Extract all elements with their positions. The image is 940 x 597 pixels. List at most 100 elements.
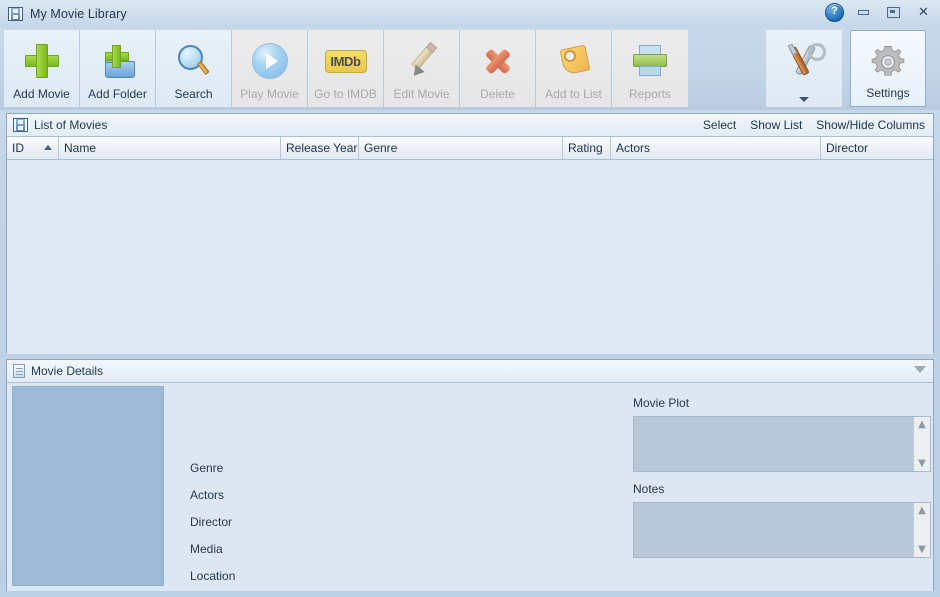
minimize-button[interactable] xyxy=(853,5,874,20)
close-icon: ✕ xyxy=(918,5,929,20)
gear-icon xyxy=(870,40,906,84)
close-button[interactable]: ✕ xyxy=(913,5,934,20)
tools-icon xyxy=(784,39,830,83)
field-label-actors: Actors xyxy=(190,488,225,502)
magnifier-icon xyxy=(176,39,212,83)
column-header-genre[interactable]: Genre xyxy=(359,137,563,159)
details-panel-title-group: Movie Details xyxy=(13,364,103,378)
delete-button[interactable]: Delete xyxy=(460,30,536,107)
window-controls: ? ✕ xyxy=(825,3,934,22)
details-field-labels: Genre Actors Director Media Location xyxy=(190,461,235,583)
movie-plot-value[interactable] xyxy=(634,417,913,471)
column-header-id[interactable]: ID xyxy=(7,137,59,159)
title-bar: My Movie Library ? ✕ xyxy=(0,0,940,27)
add-movie-label: Add Movie xyxy=(13,87,70,101)
notes-textarea[interactable]: ▲ ▼ xyxy=(633,502,931,558)
field-label-director: Director xyxy=(190,515,233,529)
column-header-release-year[interactable]: Release Year xyxy=(281,137,359,159)
folder-plus-icon xyxy=(99,39,137,83)
play-movie-button[interactable]: Play Movie xyxy=(232,30,308,107)
movie-plot-textarea[interactable]: ▲ ▼ xyxy=(633,416,931,472)
application-window: My Movie Library ? ✕ Add Movie Add Folde… xyxy=(0,0,940,597)
tools-dropdown-button[interactable] xyxy=(766,30,842,107)
list-panel-title: List of Movies xyxy=(34,118,108,132)
movie-details-panel: Movie Details Genre Actors Director Medi… xyxy=(6,359,934,591)
movies-grid-header: ID Name Release Year Genre Rating Actors… xyxy=(7,137,933,160)
go-to-imdb-button[interactable]: IMDb Go to IMDB xyxy=(308,30,384,107)
details-right-column: Movie Plot ▲ ▼ Notes ▲ ▼ xyxy=(633,396,933,558)
column-header-name-label: Name xyxy=(64,141,97,155)
add-movie-button[interactable]: Add Movie xyxy=(4,30,80,107)
imdb-logo-text: IMDb xyxy=(324,49,367,73)
scroll-up-icon[interactable]: ▲ xyxy=(918,506,926,516)
help-button[interactable]: ? xyxy=(825,3,844,22)
column-header-director[interactable]: Director xyxy=(821,137,933,159)
maximize-button[interactable] xyxy=(883,5,904,20)
toolbar-main-group: Add Movie Add Folder Search Play Movie I… xyxy=(4,30,688,107)
reports-button[interactable]: Reports xyxy=(612,30,688,107)
column-header-genre-label: Genre xyxy=(364,141,398,155)
list-of-movies-panel: List of Movies Select Show List Show/Hid… xyxy=(6,113,934,354)
toolbar-right-group: Settings xyxy=(766,30,926,107)
add-folder-label: Add Folder xyxy=(88,87,147,101)
column-header-actors[interactable]: Actors xyxy=(611,137,821,159)
column-header-rating[interactable]: Rating xyxy=(563,137,611,159)
details-panel-header: Movie Details xyxy=(7,360,933,383)
list-panel-links: Select Show List Show/Hide Columns xyxy=(703,114,925,136)
add-folder-button[interactable]: Add Folder xyxy=(80,30,156,107)
list-panel-header: List of Movies Select Show List Show/Hid… xyxy=(7,114,933,137)
column-header-name[interactable]: Name xyxy=(59,137,281,159)
sort-ascending-icon xyxy=(44,145,52,150)
field-label-media: Media xyxy=(190,542,223,556)
notes-label: Notes xyxy=(633,482,665,496)
field-label-genre: Genre xyxy=(190,461,224,475)
movies-grid-body[interactable] xyxy=(7,160,933,354)
settings-button[interactable]: Settings xyxy=(850,30,926,107)
go-to-imdb-label: Go to IMDB xyxy=(314,87,377,101)
list-panel-title-group: List of Movies xyxy=(13,118,107,132)
document-icon xyxy=(13,364,25,378)
toolbar: Add Movie Add Folder Search Play Movie I… xyxy=(0,27,940,110)
printer-icon xyxy=(632,39,668,83)
field-label-location: Location xyxy=(190,569,236,583)
play-circle-icon xyxy=(251,39,288,83)
chevron-down-icon[interactable] xyxy=(914,366,926,373)
reports-label: Reports xyxy=(628,87,672,101)
title-bar-left: My Movie Library xyxy=(0,6,127,21)
edit-movie-label: Edit Movie xyxy=(393,87,450,101)
column-header-actors-label: Actors xyxy=(616,141,651,155)
movie-plot-scrollbar[interactable]: ▲ ▼ xyxy=(913,417,930,471)
search-button[interactable]: Search xyxy=(156,30,232,107)
add-to-list-button[interactable]: Add to List xyxy=(536,30,612,107)
notes-value[interactable] xyxy=(634,503,913,557)
delete-label: Delete xyxy=(480,87,515,101)
pencil-icon xyxy=(405,39,439,83)
scroll-up-icon[interactable]: ▲ xyxy=(918,420,926,430)
edit-movie-button[interactable]: Edit Movie xyxy=(384,30,460,107)
red-x-icon xyxy=(482,39,514,83)
column-header-director-label: Director xyxy=(826,141,869,155)
column-header-release-year-label: Release Year xyxy=(286,141,358,155)
add-to-list-label: Add to List xyxy=(545,87,602,101)
column-header-id-label: ID xyxy=(12,141,24,155)
notes-scrollbar[interactable]: ▲ ▼ xyxy=(913,503,930,557)
imdb-logo-icon: IMDb xyxy=(324,39,367,83)
list-film-icon xyxy=(13,118,28,132)
show-hide-columns-link[interactable]: Show/Hide Columns xyxy=(816,118,925,132)
scroll-down-icon[interactable]: ▼ xyxy=(918,459,926,469)
settings-label: Settings xyxy=(866,86,910,100)
select-link[interactable]: Select xyxy=(703,118,736,132)
app-film-icon xyxy=(8,6,23,21)
green-plus-icon xyxy=(24,39,59,83)
yellow-tag-icon xyxy=(557,39,591,83)
chevron-down-icon xyxy=(799,97,809,102)
show-list-link[interactable]: Show List xyxy=(750,118,802,132)
column-header-rating-label: Rating xyxy=(568,141,603,155)
scroll-down-icon[interactable]: ▼ xyxy=(918,545,926,555)
movie-plot-label: Movie Plot xyxy=(633,396,690,410)
movie-poster-placeholder xyxy=(12,386,164,586)
window-title: My Movie Library xyxy=(30,6,127,21)
search-label: Search xyxy=(174,87,213,101)
details-body: Genre Actors Director Media Location Mov… xyxy=(7,383,933,591)
details-panel-title: Movie Details xyxy=(31,364,104,378)
